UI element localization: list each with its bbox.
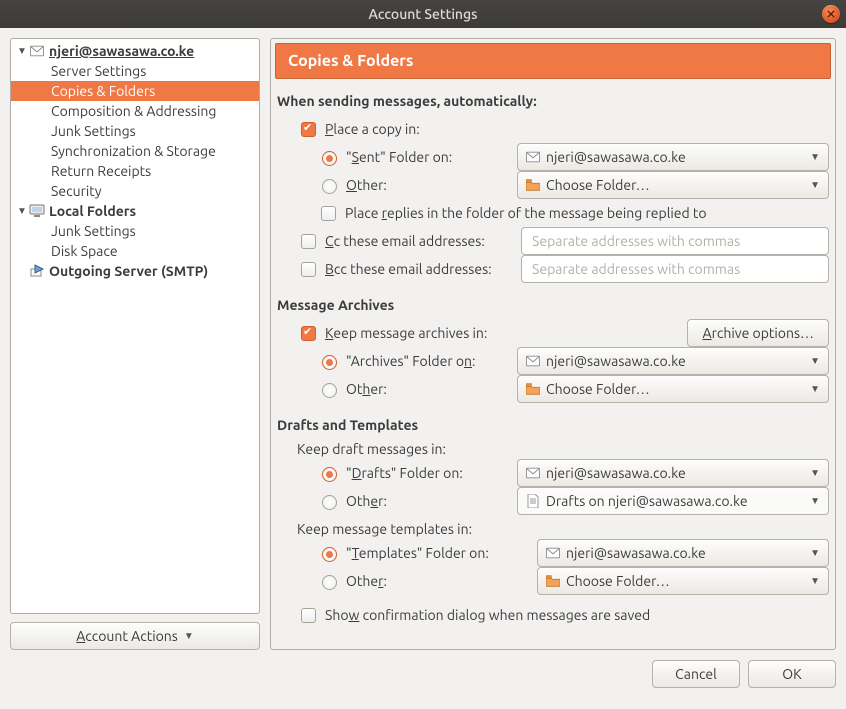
keep-templates-label: Keep message templates in: bbox=[297, 521, 472, 537]
templates-other-label[interactable]: Other: bbox=[346, 573, 531, 589]
chevron-down-icon: ▼ bbox=[810, 547, 820, 559]
cancel-button[interactable]: Cancel bbox=[652, 660, 740, 688]
mail-icon bbox=[526, 150, 540, 164]
templates-other-combo[interactable]: Choose Folder… ▼ bbox=[537, 567, 829, 595]
tree-item-sync-storage[interactable]: Synchronization & Storage bbox=[11, 141, 259, 161]
drafts-section-title: Drafts and Templates bbox=[277, 417, 829, 433]
folder-icon bbox=[526, 178, 540, 192]
tree-account-label: njeri@sawasawa.co.ke bbox=[49, 43, 194, 59]
close-icon bbox=[827, 10, 835, 18]
keep-archives-label[interactable]: Keep message archives in: bbox=[325, 325, 487, 341]
sent-other-label[interactable]: Other: bbox=[346, 177, 511, 193]
dialog-footer: Cancel OK bbox=[0, 660, 846, 698]
drafts-other-label[interactable]: Other: bbox=[346, 493, 511, 509]
templates-folder-label[interactable]: "Templates" Folder on: bbox=[346, 545, 531, 561]
sent-account-combo[interactable]: njeri@sawasawa.co.ke ▼ bbox=[517, 143, 829, 171]
drafts-folder-radio[interactable] bbox=[322, 467, 337, 482]
tree-item-copies-folders[interactable]: Copies & Folders bbox=[11, 81, 259, 101]
place-copy-label[interactable]: Place a copy in: bbox=[325, 121, 420, 137]
chevron-down-icon: ▼ bbox=[810, 383, 820, 395]
archive-options-button[interactable]: Archive options… bbox=[687, 319, 829, 347]
drafts-account-combo[interactable]: njeri@sawasawa.co.ke ▼ bbox=[517, 459, 829, 487]
mail-icon bbox=[546, 546, 560, 560]
archives-account-combo[interactable]: njeri@sawasawa.co.ke ▼ bbox=[517, 347, 829, 375]
cc-input[interactable] bbox=[530, 232, 820, 250]
place-replies-label[interactable]: Place replies in the folder of the messa… bbox=[345, 205, 707, 221]
archives-section-title: Message Archives bbox=[277, 297, 829, 313]
document-icon bbox=[526, 494, 540, 508]
chevron-down-icon: ▼ bbox=[810, 467, 820, 479]
keep-archives-checkbox[interactable] bbox=[301, 326, 316, 341]
tree-local-folders-row[interactable]: ▼ Local Folders bbox=[11, 201, 259, 221]
keep-drafts-label: Keep draft messages in: bbox=[297, 441, 446, 457]
mail-icon bbox=[526, 354, 540, 368]
folder-icon bbox=[546, 574, 560, 588]
ok-button[interactable]: OK bbox=[748, 660, 836, 688]
drafts-other-radio[interactable] bbox=[322, 495, 337, 510]
chevron-down-icon: ▼ bbox=[15, 205, 29, 217]
tree-item-disk-space[interactable]: Disk Space bbox=[11, 241, 259, 261]
show-confirm-checkbox[interactable] bbox=[301, 608, 316, 623]
tree-item-return-receipts[interactable]: Return Receipts bbox=[11, 161, 259, 181]
tree-outgoing-label: Outgoing Server (SMTP) bbox=[49, 263, 208, 279]
templates-other-radio[interactable] bbox=[322, 575, 337, 590]
window-title: Account Settings bbox=[369, 6, 478, 22]
cc-checkbox[interactable] bbox=[301, 234, 316, 249]
archives-other-combo[interactable]: Choose Folder… ▼ bbox=[517, 375, 829, 403]
sent-folder-radio[interactable] bbox=[322, 151, 337, 166]
archives-folder-label[interactable]: "Archives" Folder on: bbox=[346, 353, 511, 369]
archives-folder-radio[interactable] bbox=[322, 355, 337, 370]
chevron-down-icon: ▼ bbox=[184, 630, 194, 642]
tree-item-local-junk[interactable]: Junk Settings bbox=[11, 221, 259, 241]
bcc-checkbox[interactable] bbox=[301, 262, 316, 277]
chevron-down-icon: ▼ bbox=[810, 575, 820, 587]
account-actions-label: Account Actions bbox=[76, 628, 178, 644]
computer-icon bbox=[29, 203, 45, 219]
chevron-down-icon: ▼ bbox=[810, 179, 820, 191]
outgoing-server-icon bbox=[29, 263, 45, 279]
cc-label[interactable]: Cc these email addresses: bbox=[325, 233, 515, 249]
sent-folder-label[interactable]: "Sent" Folder on: bbox=[346, 149, 511, 165]
titlebar: Account Settings bbox=[0, 0, 846, 28]
templates-folder-radio[interactable] bbox=[322, 547, 337, 562]
sent-other-combo[interactable]: Choose Folder… ▼ bbox=[517, 171, 829, 199]
sending-section-title: When sending messages, automatically: bbox=[277, 93, 829, 109]
bcc-label[interactable]: Bcc these email addresses: bbox=[325, 261, 515, 277]
tree-local-folders-label: Local Folders bbox=[49, 203, 136, 219]
bcc-input[interactable] bbox=[530, 260, 820, 278]
templates-account-combo[interactable]: njeri@sawasawa.co.ke ▼ bbox=[537, 539, 829, 567]
tree-item-composition[interactable]: Composition & Addressing bbox=[11, 101, 259, 121]
mail-account-icon bbox=[29, 43, 45, 59]
tree-item-server-settings[interactable]: Server Settings bbox=[11, 61, 259, 81]
chevron-down-icon: ▼ bbox=[15, 45, 29, 57]
mail-icon bbox=[526, 466, 540, 480]
tree-item-security[interactable]: Security bbox=[11, 181, 259, 201]
cc-input-wrapper[interactable] bbox=[521, 227, 829, 255]
place-copy-checkbox[interactable] bbox=[301, 122, 316, 137]
chevron-down-icon: ▼ bbox=[810, 355, 820, 367]
show-confirm-label[interactable]: Show confirmation dialog when messages a… bbox=[325, 607, 650, 623]
drafts-other-combo[interactable]: Drafts on njeri@sawasawa.co.ke ▼ bbox=[517, 487, 829, 515]
close-button[interactable] bbox=[822, 5, 840, 23]
accounts-tree[interactable]: ▼ njeri@sawasawa.co.ke Server Settings C… bbox=[10, 38, 260, 614]
chevron-down-icon: ▼ bbox=[810, 495, 820, 507]
folder-icon bbox=[526, 382, 540, 396]
tree-item-junk-settings[interactable]: Junk Settings bbox=[11, 121, 259, 141]
bcc-input-wrapper[interactable] bbox=[521, 255, 829, 283]
archives-other-label[interactable]: Other: bbox=[346, 381, 511, 397]
drafts-folder-label[interactable]: "Drafts" Folder on: bbox=[346, 465, 511, 481]
place-replies-checkbox[interactable] bbox=[321, 206, 336, 221]
panel-header: Copies & Folders bbox=[275, 43, 831, 79]
account-actions-menu[interactable]: Account Actions ▼ bbox=[10, 622, 260, 650]
sent-other-radio[interactable] bbox=[322, 179, 337, 194]
tree-outgoing-server-row[interactable]: Outgoing Server (SMTP) bbox=[11, 261, 259, 281]
archives-other-radio[interactable] bbox=[322, 383, 337, 398]
chevron-down-icon: ▼ bbox=[810, 151, 820, 163]
tree-account-row[interactable]: ▼ njeri@sawasawa.co.ke bbox=[11, 41, 259, 61]
